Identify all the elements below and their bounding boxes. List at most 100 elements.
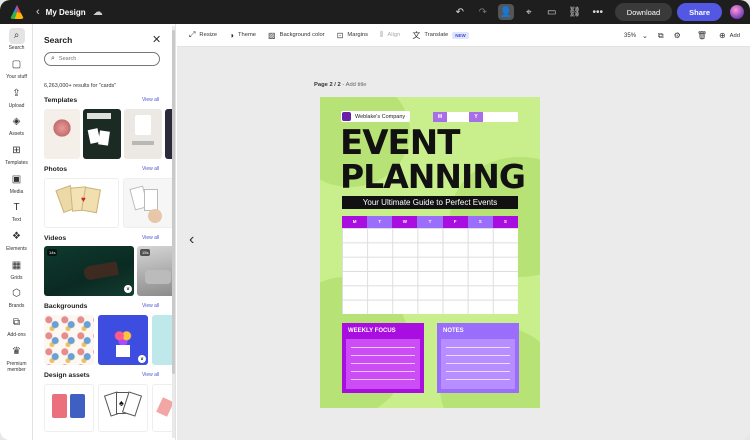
scrollbar-thumb[interactable]: [172, 30, 175, 374]
comment-icon[interactable]: ▭: [544, 4, 560, 20]
rail-label: Search: [8, 45, 25, 51]
more-options-icon[interactable]: •••: [590, 4, 606, 20]
rail-item-your-stuff[interactable]: ▢ Your stuff: [0, 57, 33, 80]
template-thumb[interactable]: [124, 109, 162, 159]
rail-item-elements[interactable]: ❖ Elements: [0, 229, 33, 252]
canvas-area[interactable]: Page 2 / 2 - Add title ‹ Weblake's Compa…: [177, 47, 750, 440]
poster-page[interactable]: Weblake's Company M Y EVENT PLANNING You…: [320, 97, 540, 408]
resize-button[interactable]: ⤢ Resize: [189, 30, 217, 40]
brands-icon: ⬡: [12, 288, 21, 299]
calendar-grid[interactable]: M T W T F S S: [342, 216, 518, 314]
rail-item-templates[interactable]: ⊞ Templates: [0, 143, 33, 166]
previous-page-icon[interactable]: ‹: [189, 231, 194, 249]
video-thumb[interactable]: 15s: [137, 246, 175, 296]
add-title-link[interactable]: - Add title: [341, 82, 366, 88]
day-header: T: [417, 216, 443, 228]
cloud-sync-icon[interactable]: ☁: [93, 7, 103, 18]
rail-item-media[interactable]: ▣ Media: [0, 172, 33, 195]
panel-scrollbar[interactable]: [172, 26, 175, 438]
notes-box[interactable]: NOTES: [437, 323, 519, 393]
align-button[interactable]: ⫴ Align: [380, 30, 400, 40]
rail-label: Brands: [8, 303, 25, 309]
asset-thumb[interactable]: [44, 384, 94, 432]
resize-icon: ⤢: [189, 30, 196, 39]
photo-thumb[interactable]: [123, 178, 175, 228]
month-field[interactable]: M Y: [433, 112, 518, 122]
section-title-photos: Photos: [44, 166, 68, 173]
collaborators-icon[interactable]: 👤: [497, 4, 514, 20]
link-icon[interactable]: ⛓: [567, 4, 583, 20]
rail-item-premium[interactable]: ♛ Premium member: [0, 344, 33, 373]
video-duration-badge: 14s: [47, 249, 58, 256]
search-input[interactable]: [58, 56, 149, 62]
view-all-backgrounds[interactable]: View all: [142, 303, 159, 309]
template-thumb[interactable]: [44, 109, 80, 159]
template-thumb[interactable]: [83, 109, 121, 159]
search-field[interactable]: ⌕: [44, 52, 160, 66]
headline-planning[interactable]: PLANNING: [340, 159, 540, 195]
zoom-level[interactable]: 35%: [624, 33, 636, 39]
weekly-focus-box[interactable]: WEEKLY FOCUS: [342, 323, 424, 393]
view-all-photos[interactable]: View all: [142, 166, 159, 172]
margins-button[interactable]: ⊡ Margins: [337, 31, 368, 40]
calendar-cells: [342, 228, 518, 314]
rail-label: Premium member: [6, 361, 27, 373]
title-bar: ‹ My Design ☁ ↶ ↷ 👤 ⌖ ▭ ⛓ ••• Download S…: [0, 0, 750, 24]
video-thumb[interactable]: 14s ♛: [44, 246, 134, 296]
close-icon[interactable]: ✕: [152, 33, 161, 46]
chevron-down-icon[interactable]: ⌄: [642, 32, 648, 40]
add-label[interactable]: Add: [730, 33, 740, 39]
translate-button[interactable]: 文 Translate NEW: [412, 30, 469, 41]
rail-item-add-ons[interactable]: ⧉ Add-ons: [0, 315, 33, 338]
month-letter: Y: [469, 112, 483, 122]
view-all-videos[interactable]: View all: [142, 235, 159, 241]
settings-adjust-icon[interactable]: ⚙: [674, 31, 681, 40]
undo-icon[interactable]: ↶: [452, 4, 468, 20]
document-title[interactable]: My Design: [46, 8, 86, 17]
rail-item-search[interactable]: ⌕ Search: [0, 28, 33, 51]
back-chevron-icon[interactable]: ‹: [36, 6, 40, 18]
margins-icon: ⊡: [336, 30, 344, 40]
location-pin-icon[interactable]: ⌖: [521, 4, 537, 20]
rail-label: Text: [11, 217, 22, 223]
share-button[interactable]: Share: [677, 3, 722, 21]
subtitle-bar[interactable]: Your Ultimate Guide to Perfect Events: [342, 196, 518, 209]
rail-label: Upload: [8, 103, 25, 109]
company-chip[interactable]: Weblake's Company: [341, 111, 411, 122]
view-all-design-assets[interactable]: View all: [142, 372, 159, 378]
headline-event[interactable]: EVENT: [340, 125, 540, 161]
asset-thumb[interactable]: ♠: [98, 384, 148, 432]
day-header: F: [442, 216, 468, 228]
rail-item-assets[interactable]: ◈ Assets: [0, 114, 33, 137]
rail-item-grids[interactable]: ▦ Grids: [0, 258, 33, 281]
background-thumb[interactable]: ♛: [98, 315, 148, 365]
download-button[interactable]: Download: [614, 3, 673, 21]
panel-title: Search: [44, 35, 73, 45]
rail-item-upload[interactable]: ⇪ Upload: [0, 86, 33, 109]
translate-label: Translate: [424, 32, 449, 38]
layers-icon[interactable]: ⧉: [658, 31, 664, 41]
translate-icon: 文: [412, 30, 421, 40]
rail-label: Grids: [10, 275, 23, 281]
avatar[interactable]: [730, 5, 744, 19]
rail-label: Elements: [6, 246, 27, 252]
results-count: 6,263,000+ results for "cards": [44, 83, 117, 89]
background-color-button[interactable]: ▨ Background color: [268, 31, 325, 40]
notes-title: NOTES: [443, 328, 464, 334]
assets-icon: ◈: [12, 116, 21, 127]
rail-item-brands[interactable]: ⬡ Brands: [0, 286, 33, 309]
add-page-icon[interactable]: ⊕: [719, 31, 726, 40]
align-icon: ⫴: [380, 30, 384, 39]
trash-icon[interactable]: 🗑: [697, 31, 707, 40]
align-label: Align: [387, 32, 401, 38]
view-all-templates[interactable]: View all: [142, 97, 159, 103]
theme-button[interactable]: ◑ Theme: [229, 31, 256, 40]
redo-icon[interactable]: ↷: [475, 4, 491, 20]
app-logo-icon[interactable]: [10, 5, 24, 19]
addons-icon: ⧉: [12, 317, 21, 328]
background-thumb[interactable]: [44, 315, 94, 365]
rail-item-text[interactable]: T Text: [0, 200, 33, 223]
elements-icon: ❖: [12, 231, 21, 242]
photo-thumb[interactable]: ♥: [44, 178, 119, 228]
weekly-focus-lines: [346, 339, 420, 389]
